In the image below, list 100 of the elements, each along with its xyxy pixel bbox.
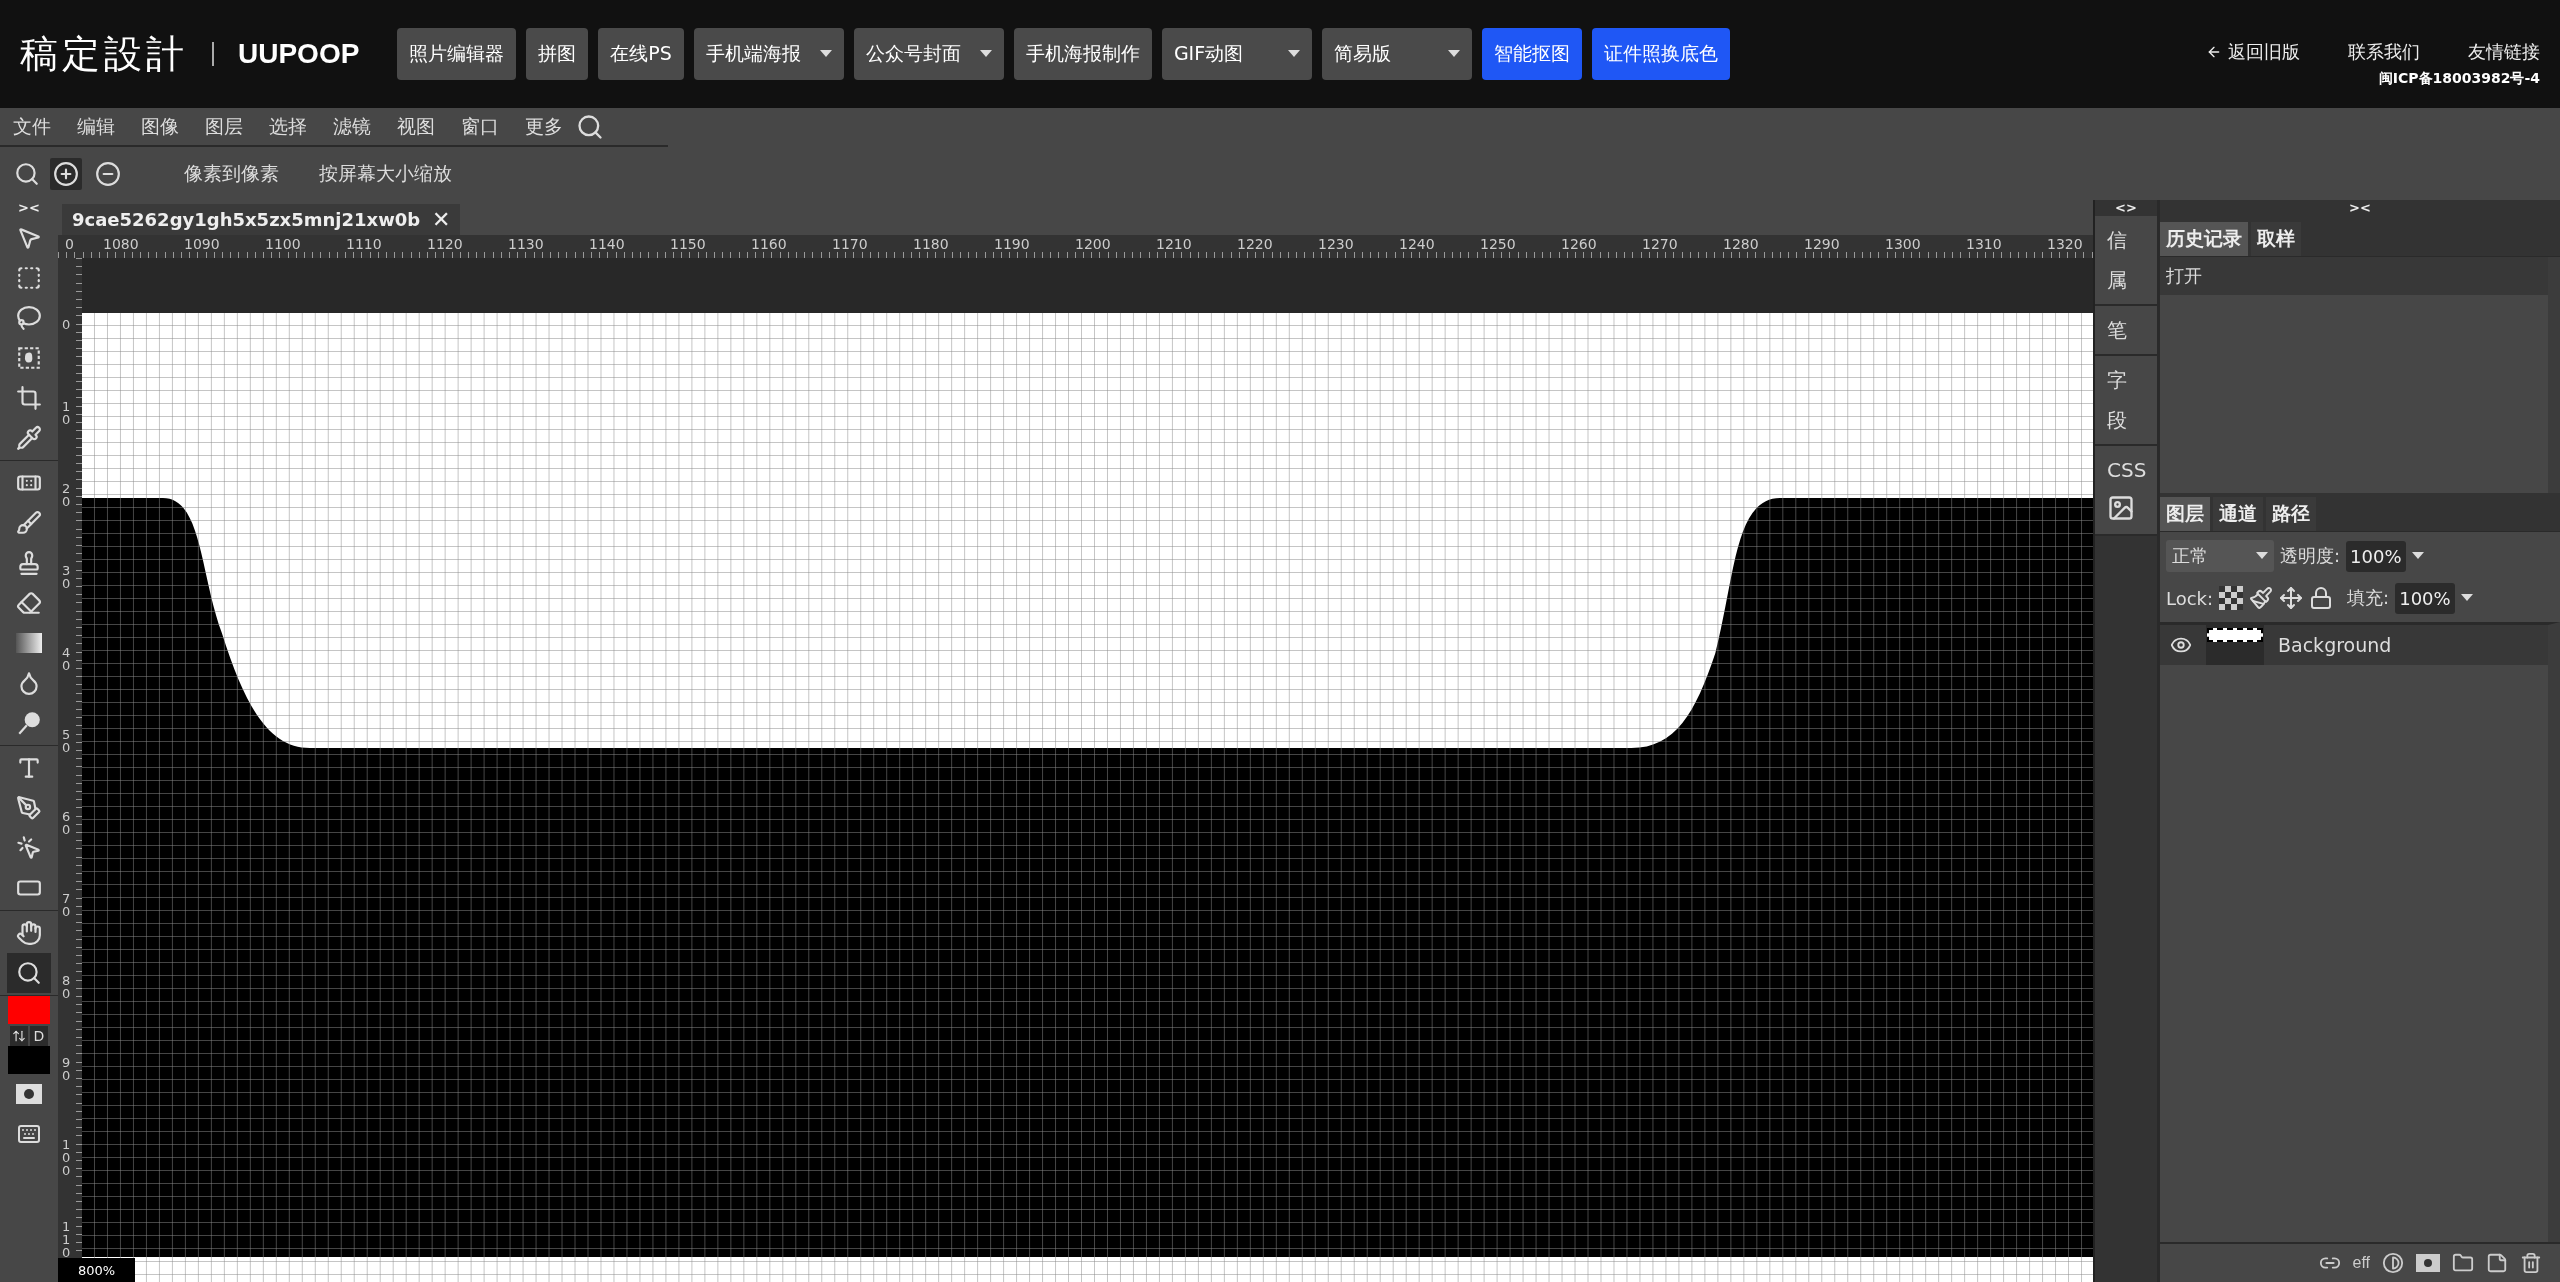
caret-icon — [1287, 50, 1300, 58]
dashed-square-icon — [16, 265, 42, 291]
folder-icon[interactable] — [2452, 1252, 2474, 1274]
header-link[interactable]: 友情链接 — [2468, 40, 2540, 64]
panel-tab[interactable]: 图层 — [2160, 497, 2210, 531]
menu-item[interactable]: 窗口 — [448, 113, 512, 140]
nav-dropdown[interactable]: 简易版 — [1321, 28, 1472, 80]
document-tab[interactable]: 9cae5262gy1gh5x5zx5mnj21xw0b ✕ — [62, 204, 461, 235]
zoom-option-link[interactable]: 按屏幕大小缩放 — [319, 160, 452, 187]
arrow-pointer-icon — [16, 225, 42, 251]
ruler-label: 1160 — [750, 235, 788, 254]
menu-item[interactable]: 图像 — [128, 113, 192, 140]
brush-icon — [16, 510, 42, 536]
lock-icon[interactable] — [2309, 586, 2334, 610]
layer-row[interactable]: Background — [2160, 625, 2548, 665]
lollipop-icon — [16, 710, 42, 736]
ruler-label: 1230 — [1317, 235, 1355, 254]
default-colors-button[interactable]: D — [30, 1026, 48, 1046]
ruler-label: 20 — [61, 482, 71, 511]
panel-tab[interactable]: 通道 — [2213, 497, 2263, 531]
nav-dropdown[interactable]: 公众号封面 — [853, 28, 1004, 80]
ruler-label: 1170 — [831, 235, 869, 254]
ruler-label: 1080 — [102, 235, 140, 254]
swap-colors-button[interactable] — [10, 1026, 28, 1046]
panel-button[interactable]: 字 — [2095, 360, 2157, 400]
text-icon — [16, 755, 42, 781]
search-icon — [16, 960, 42, 986]
menu-item[interactable]: 图层 — [192, 113, 256, 140]
brush-icon[interactable] — [2249, 586, 2274, 610]
fill-field[interactable]: 100% — [2395, 582, 2455, 614]
search-icon[interactable] — [576, 112, 604, 141]
half-circle-icon[interactable] — [2382, 1252, 2404, 1274]
zoom-level: 800% — [58, 1258, 135, 1282]
menu-item[interactable]: 编辑 — [64, 113, 128, 140]
nav-button[interactable]: 手机海报制作 — [1013, 28, 1152, 80]
blend-mode-select[interactable]: 正常 — [2166, 540, 2274, 572]
opacity-label: 透明度: — [2280, 544, 2341, 568]
ruler-label: 1150 — [669, 235, 707, 254]
menu-item[interactable]: 滤镜 — [320, 113, 384, 140]
panel-button[interactable]: 信 — [2095, 220, 2157, 260]
caret-icon — [1447, 50, 1460, 58]
menu-item[interactable]: 更多 — [512, 113, 576, 140]
panel-tab[interactable]: 路径 — [2266, 497, 2316, 531]
ruler-label: 1280 — [1722, 235, 1760, 254]
ruler-label: 1130 — [507, 235, 545, 254]
nav-button[interactable]: 证件照换底色 — [1591, 28, 1730, 80]
history-item[interactable]: 打开 — [2160, 257, 2548, 295]
keyboard-icon — [17, 1122, 41, 1146]
effects-button[interactable]: eff — [2352, 1254, 2370, 1272]
logo-text[interactable]: 稿定設計 — [20, 28, 188, 80]
ruler-label: 0 — [61, 318, 71, 334]
foreground-color-swatch[interactable] — [8, 996, 50, 1024]
opacity-field[interactable]: 100% — [2346, 540, 2406, 572]
menu-item[interactable]: 文件 — [0, 113, 64, 140]
menu-item[interactable]: 选择 — [256, 113, 320, 140]
ruler-label: 1190 — [993, 235, 1031, 254]
panel-button[interactable]: 段 — [2095, 400, 2157, 440]
ruler-label: 1250 — [1479, 235, 1517, 254]
ruler-label: 50 — [61, 728, 71, 757]
gradient-icon — [16, 633, 42, 653]
nav-dropdown[interactable]: 手机端海报 — [693, 28, 844, 80]
nav-button[interactable]: 照片编辑器 — [397, 28, 517, 80]
collapse-toggle[interactable]: >< — [18, 200, 40, 216]
arrow-left-icon — [2206, 44, 2222, 60]
nav-button[interactable]: 在线PS — [598, 28, 684, 80]
ruler-label: 40 — [61, 646, 71, 675]
zoom-option-link[interactable]: 像素到像素 — [184, 160, 279, 187]
ruler-label: 100 — [61, 1138, 71, 1180]
mask-icon[interactable] — [2416, 1254, 2440, 1272]
ruler-label: 70 — [61, 892, 71, 921]
stamp-icon — [16, 550, 42, 576]
caret-icon — [2411, 552, 2424, 560]
crop-icon — [16, 385, 42, 411]
nav-dropdown[interactable]: GIF动图 — [1161, 28, 1312, 80]
panel-tab[interactable]: 历史记录 — [2160, 222, 2248, 256]
icp-number[interactable]: 闽ICP备18003982号-4 — [2378, 70, 2540, 88]
header-link[interactable]: 返回旧版 — [2206, 40, 2300, 64]
new-page-icon[interactable] — [2486, 1252, 2508, 1274]
ruler-label: 1300 — [1884, 235, 1922, 254]
nav-button[interactable]: 拼图 — [526, 28, 589, 80]
menu-item[interactable]: 视图 — [384, 113, 448, 140]
zoom-in-button[interactable] — [50, 157, 82, 190]
checkerboard-icon[interactable] — [2219, 586, 2244, 610]
panel-tab[interactable]: 取样 — [2251, 222, 2301, 256]
collapse-toggle[interactable]: <> — [2115, 200, 2137, 216]
ruler-label: 1270 — [1641, 235, 1679, 254]
eraser-icon — [16, 590, 42, 616]
background-color-swatch[interactable] — [8, 1046, 50, 1074]
trash-icon[interactable] — [2520, 1252, 2542, 1274]
header-link[interactable]: 联系我们 — [2348, 40, 2420, 64]
collapse-toggle[interactable]: >< — [2349, 200, 2371, 216]
panel-button[interactable]: 属 — [2095, 260, 2157, 300]
tool-button[interactable] — [7, 953, 51, 993]
ruler-label: 1220 — [1236, 235, 1274, 254]
nav-button[interactable]: 智能抠图 — [1481, 28, 1582, 80]
brand-name[interactable]: UUPOOP — [238, 38, 360, 70]
ruler-label: 90 — [61, 1056, 71, 1085]
ruler-label: 1140 — [588, 235, 626, 254]
move-icon[interactable] — [2279, 586, 2304, 610]
close-button[interactable]: ✕ — [432, 206, 451, 233]
